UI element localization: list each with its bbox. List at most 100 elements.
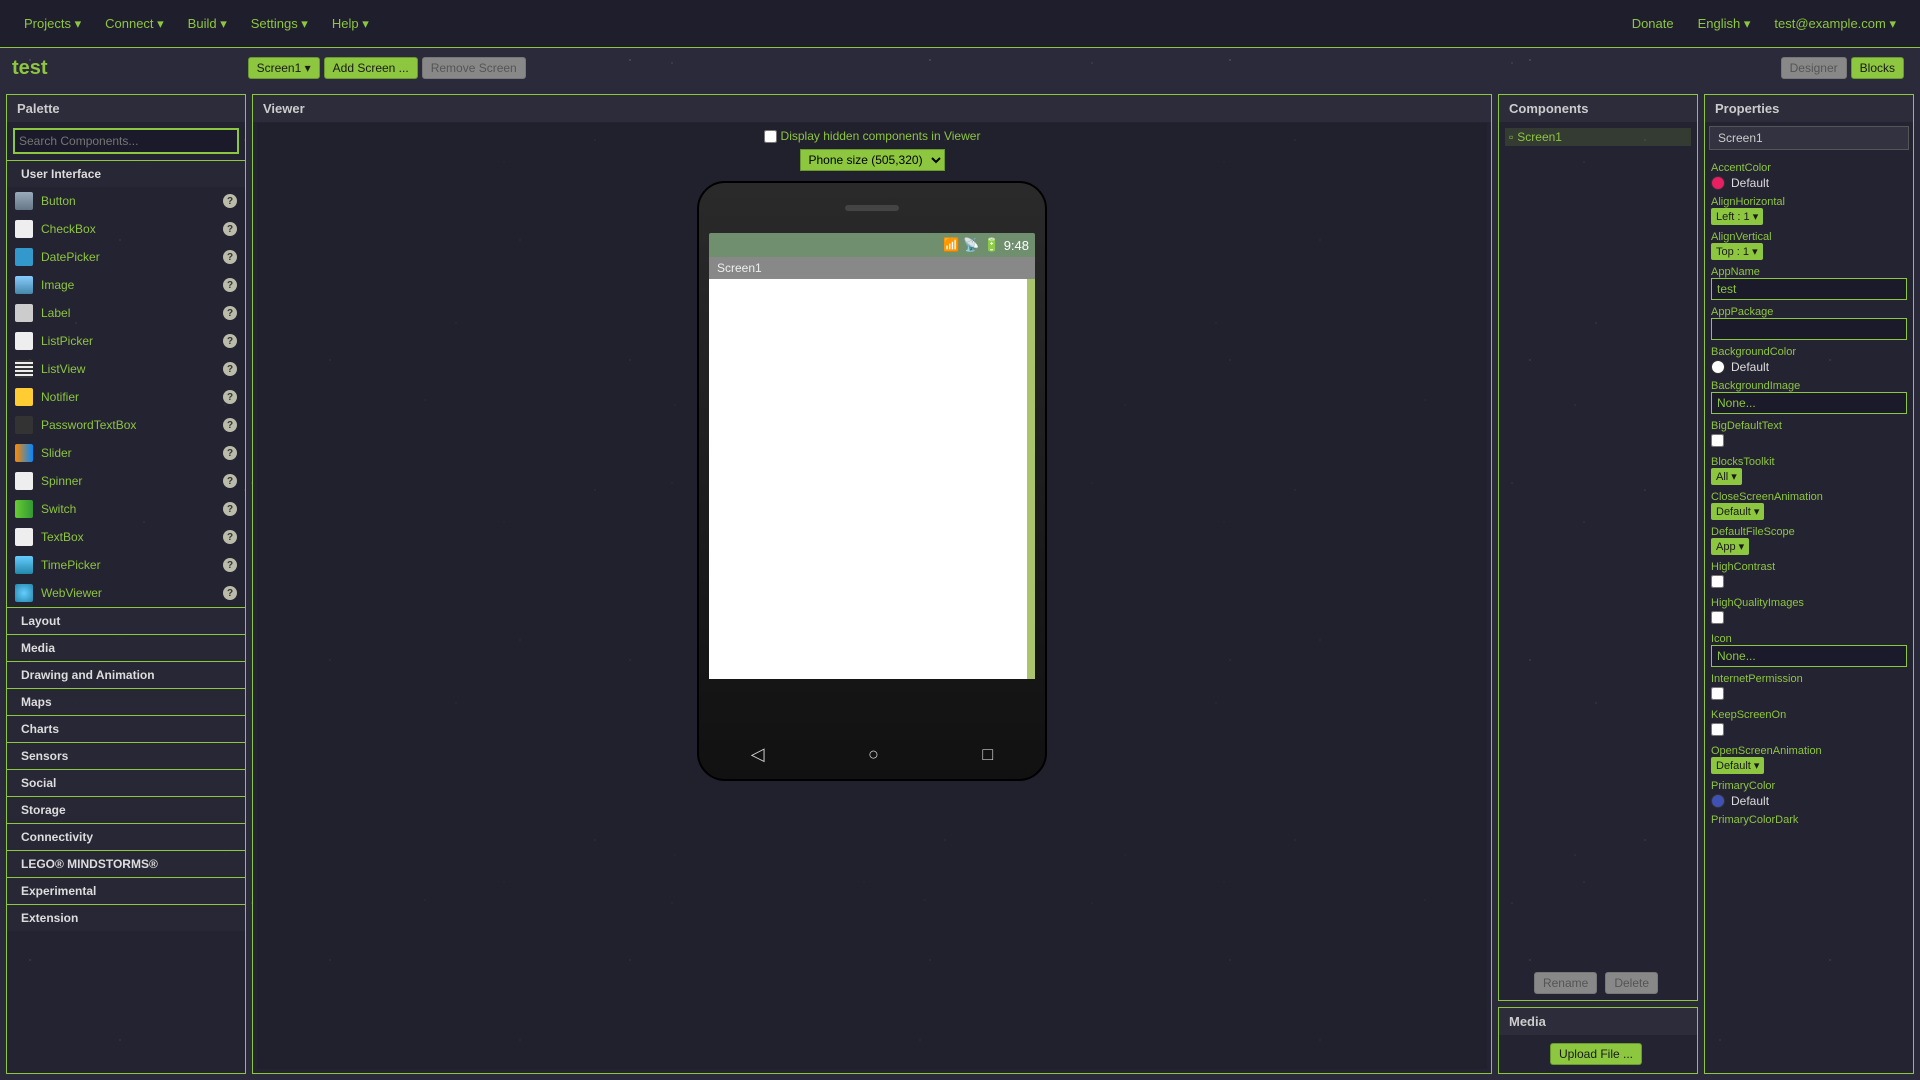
phone-size-select[interactable]: Phone size (505,320)	[800, 149, 945, 171]
prop-backgroundimage[interactable]	[1711, 392, 1907, 414]
category-connectivity[interactable]: Connectivity	[7, 823, 245, 850]
help-icon[interactable]: ?	[223, 278, 237, 292]
palette-switch[interactable]: Switch?	[7, 495, 245, 523]
add-screen-button[interactable]: Add Screen ...	[324, 57, 418, 79]
components-panel: Components ▫ Screen1 Rename Delete	[1498, 94, 1698, 1001]
palette-checkbox[interactable]: CheckBox?	[7, 215, 245, 243]
menu-account[interactable]: test@example.com ▾	[1762, 10, 1908, 38]
palette-item-label: Image	[41, 278, 223, 292]
help-icon[interactable]: ?	[223, 586, 237, 600]
prop-primarycolor[interactable]: Default	[1711, 794, 1907, 808]
help-icon[interactable]: ?	[223, 362, 237, 376]
prop-defaultfilescope[interactable]: App ▾	[1711, 538, 1749, 555]
battery-icon: 🔋	[984, 237, 1000, 253]
menu-settings[interactable]: Settings ▾	[239, 10, 320, 38]
remove-screen-button[interactable]: Remove Screen	[422, 57, 526, 79]
upload-file-button[interactable]: Upload File ...	[1550, 1043, 1642, 1065]
prop-alignhorizontal[interactable]: Left : 1 ▾	[1711, 208, 1763, 225]
search-components-input[interactable]	[13, 128, 239, 154]
workspace: Palette User Interface Button? CheckBox?…	[0, 88, 1920, 1080]
help-icon[interactable]: ?	[223, 250, 237, 264]
tree-expand-icon: ▫	[1509, 130, 1513, 144]
recent-icon: □	[982, 744, 993, 765]
prop-appname[interactable]	[1711, 278, 1907, 300]
prop-internetpermission[interactable]	[1711, 687, 1724, 700]
palette-webviewer[interactable]: WebViewer?	[7, 579, 245, 607]
screen-dropdown[interactable]: Screen1 ▾	[248, 57, 320, 79]
prop-bigdefaulttext[interactable]	[1711, 434, 1724, 447]
prop-backgroundcolor[interactable]: Default	[1711, 360, 1907, 374]
prop-highcontrast[interactable]	[1711, 575, 1724, 588]
palette-image[interactable]: Image?	[7, 271, 245, 299]
help-icon[interactable]: ?	[223, 194, 237, 208]
help-icon[interactable]: ?	[223, 306, 237, 320]
help-icon[interactable]: ?	[223, 446, 237, 460]
menu-help[interactable]: Help ▾	[320, 10, 381, 38]
help-icon[interactable]: ?	[223, 502, 237, 516]
palette-label[interactable]: Label?	[7, 299, 245, 327]
palette-timepicker[interactable]: TimePicker?	[7, 551, 245, 579]
category-sensors[interactable]: Sensors	[7, 742, 245, 769]
help-icon[interactable]: ?	[223, 530, 237, 544]
palette-datepicker[interactable]: DatePicker?	[7, 243, 245, 271]
wifi-icon: 📶	[943, 237, 959, 253]
help-icon[interactable]: ?	[223, 334, 237, 348]
palette-item-label: Notifier	[41, 390, 223, 404]
help-icon[interactable]: ?	[223, 222, 237, 236]
category-lego[interactable]: LEGO® MINDSTORMS®	[7, 850, 245, 877]
menu-donate[interactable]: Donate	[1620, 10, 1686, 37]
palette-item-label: TextBox	[41, 530, 223, 544]
prop-blockstoolkit[interactable]: All ▾	[1711, 468, 1742, 485]
palette-button[interactable]: Button?	[7, 187, 245, 215]
category-social[interactable]: Social	[7, 769, 245, 796]
category-experimental[interactable]: Experimental	[7, 877, 245, 904]
palette-listview[interactable]: ListView?	[7, 355, 245, 383]
palette-item-label: ListPicker	[41, 334, 223, 348]
prop-icon[interactable]	[1711, 645, 1907, 667]
category-layout[interactable]: Layout	[7, 607, 245, 634]
category-storage[interactable]: Storage	[7, 796, 245, 823]
category-user-interface[interactable]: User Interface	[7, 160, 245, 187]
help-icon[interactable]: ?	[223, 418, 237, 432]
palette-passwordtextbox[interactable]: PasswordTextBox?	[7, 411, 245, 439]
components-column: Components ▫ Screen1 Rename Delete Media…	[1498, 94, 1698, 1074]
palette-slider[interactable]: Slider?	[7, 439, 245, 467]
blocks-tab[interactable]: Blocks	[1851, 57, 1904, 79]
show-hidden-checkbox[interactable]	[764, 130, 777, 143]
help-icon[interactable]: ?	[223, 390, 237, 404]
category-drawing[interactable]: Drawing and Animation	[7, 661, 245, 688]
prop-accentcolor[interactable]: Default	[1711, 176, 1907, 190]
help-icon[interactable]: ?	[223, 558, 237, 572]
palette-notifier[interactable]: Notifier?	[7, 383, 245, 411]
help-icon[interactable]: ?	[223, 474, 237, 488]
palette-panel: Palette User Interface Button? CheckBox?…	[6, 94, 246, 1074]
prop-alignvertical[interactable]: Top : 1 ▾	[1711, 243, 1763, 260]
category-media[interactable]: Media	[7, 634, 245, 661]
spinner-icon	[15, 472, 33, 490]
category-maps[interactable]: Maps	[7, 688, 245, 715]
rename-button[interactable]: Rename	[1534, 972, 1597, 994]
palette-textbox[interactable]: TextBox?	[7, 523, 245, 551]
prop-keepscreenon[interactable]	[1711, 723, 1724, 736]
prop-label-defaultfilescope: DefaultFileScope	[1711, 526, 1907, 538]
prop-value: Default	[1731, 176, 1769, 190]
menu-build[interactable]: Build ▾	[176, 10, 239, 38]
prop-label-icon: Icon	[1711, 633, 1907, 645]
tree-item-screen1[interactable]: ▫ Screen1	[1505, 128, 1691, 146]
menu-language[interactable]: English ▾	[1686, 10, 1763, 38]
prop-openscreenanimation[interactable]: Default ▾	[1711, 757, 1764, 774]
category-charts[interactable]: Charts	[7, 715, 245, 742]
menu-connect[interactable]: Connect ▾	[93, 10, 176, 38]
prop-closescreenanimation[interactable]: Default ▾	[1711, 503, 1764, 520]
delete-button[interactable]: Delete	[1605, 972, 1658, 994]
button-icon	[15, 192, 33, 210]
app-canvas[interactable]	[709, 279, 1035, 679]
prop-apppackage[interactable]	[1711, 318, 1907, 340]
menu-projects[interactable]: Projects ▾	[12, 10, 93, 38]
category-extension[interactable]: Extension	[7, 904, 245, 931]
phone-preview: 📶 📡 🔋 9:48 Screen1 ◁ ○ □	[697, 181, 1047, 781]
palette-spinner[interactable]: Spinner?	[7, 467, 245, 495]
designer-tab[interactable]: Designer	[1781, 57, 1847, 79]
palette-listpicker[interactable]: ListPicker?	[7, 327, 245, 355]
prop-highqualityimages[interactable]	[1711, 611, 1724, 624]
